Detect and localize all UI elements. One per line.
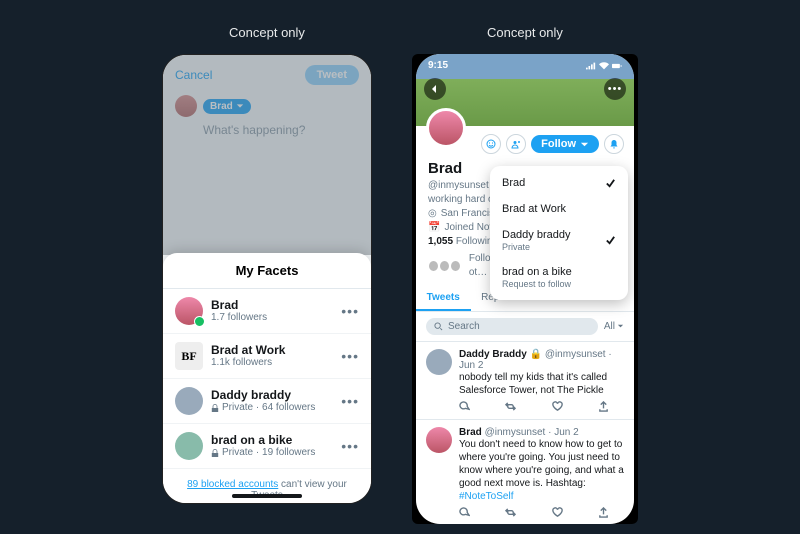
tweet[interactable]: Brad @inmysunset · Jun 2 You don't need … — [416, 420, 634, 524]
retweet-icon[interactable] — [505, 401, 516, 412]
facet-badge-label: Brad — [210, 101, 233, 112]
tab-tweets[interactable]: Tweets — [416, 286, 471, 311]
more-button[interactable]: ••• — [341, 438, 359, 454]
more-button[interactable]: ••• — [341, 348, 359, 364]
facet-row[interactable]: Daddy braddy Private · 64 followers ••• — [163, 379, 371, 424]
home-indicator — [232, 494, 302, 498]
search-placeholder: Search — [448, 321, 480, 332]
sheet-footer: 89 blocked accounts can't view your Twee… — [163, 469, 371, 504]
facet-name: Brad — [211, 298, 333, 312]
facet-sheet: My Facets Brad 1.7 followers ••• BF Brad… — [163, 253, 371, 503]
follow-label: Follow — [541, 138, 576, 150]
facet-name: brad on a bike — [211, 433, 333, 447]
sheet-title: My Facets — [163, 253, 371, 289]
chevron-down-icon — [580, 140, 589, 149]
retweet-icon[interactable] — [505, 507, 516, 518]
person-plus-icon — [511, 139, 521, 149]
bell-icon — [609, 139, 619, 149]
blocked-link[interactable]: 89 blocked accounts — [187, 479, 278, 490]
reply-icon[interactable] — [459, 507, 470, 518]
facet-row[interactable]: brad on a bike Private · 19 followers ••… — [163, 424, 371, 469]
dropdown-item[interactable]: Daddy braddyPrivate — [490, 222, 628, 259]
facet-sub: Private · 19 followers — [211, 447, 333, 459]
more-button[interactable]: ••• — [341, 303, 359, 319]
like-icon[interactable] — [552, 507, 563, 518]
tweet[interactable]: Daddy Braddy 🔒 @inmysunset · Jun 2 nobod… — [416, 342, 634, 420]
notify-button[interactable] — [604, 134, 624, 154]
tweet-actions — [459, 401, 609, 412]
smiley-icon — [486, 139, 496, 149]
tweet-header: Brad @inmysunset · Jun 2 — [459, 427, 624, 438]
tweet-avatar[interactable] — [426, 349, 452, 375]
facet-sub: 1.1k followers — [211, 357, 333, 369]
cancel-button[interactable]: Cancel — [175, 68, 212, 82]
reply-icon[interactable] — [459, 401, 470, 412]
share-icon[interactable] — [598, 507, 609, 518]
follow-facet-dropdown: Brad Brad at Work Daddy braddyPrivate br… — [490, 166, 628, 300]
avatar-initials: BF — [175, 342, 203, 370]
dropdown-item[interactable]: brad on a bikeRequest to follow — [490, 259, 628, 296]
chevron-down-icon — [236, 102, 244, 110]
check-icon — [605, 235, 616, 246]
share-icon[interactable] — [598, 401, 609, 412]
phone-profile: 9:15 ••• Follow Brad @inmysunset working… — [416, 54, 634, 524]
tweet-actions — [459, 507, 609, 518]
add-contact-button[interactable] — [506, 134, 526, 154]
profile-avatar[interactable] — [426, 108, 466, 148]
more-menu-button[interactable]: ••• — [604, 78, 626, 100]
dropdown-item[interactable]: Brad — [490, 170, 628, 196]
filter-button[interactable]: All — [604, 321, 624, 332]
concept-label-right: Concept only — [487, 25, 563, 40]
follow-button[interactable]: Follow — [531, 135, 599, 153]
tweet-button[interactable]: Tweet — [305, 65, 359, 85]
battery-icon — [612, 62, 622, 70]
selected-check-icon — [194, 316, 205, 327]
check-icon — [605, 178, 616, 189]
tweet-avatar[interactable] — [426, 427, 452, 453]
back-button[interactable] — [424, 78, 446, 100]
phone-compose: Cancel Tweet Brad What's happening? My F… — [162, 54, 372, 504]
signal-icon — [586, 62, 596, 70]
compose-avatar — [175, 95, 197, 117]
lock-icon — [211, 404, 219, 412]
compose-placeholder[interactable]: What's happening? — [163, 121, 371, 137]
facet-name: Brad at Work — [211, 343, 333, 357]
like-icon[interactable] — [552, 401, 563, 412]
wifi-icon — [599, 62, 609, 70]
concept-label-left: Concept only — [229, 25, 305, 40]
emoji-button[interactable] — [481, 134, 501, 154]
facet-row[interactable]: Brad 1.7 followers ••• — [163, 289, 371, 334]
chevron-down-icon — [617, 323, 624, 330]
status-bar: 9:15 — [428, 60, 622, 71]
facet-sub: 1.7 followers — [211, 312, 333, 324]
facet-row[interactable]: BF Brad at Work 1.1k followers ••• — [163, 334, 371, 379]
status-time: 9:15 — [428, 60, 448, 71]
search-input[interactable]: Search — [426, 318, 598, 335]
facet-name: Daddy braddy — [211, 388, 333, 402]
tweet-body: nobody tell my kids that it's called Sal… — [459, 371, 624, 397]
dropdown-item[interactable]: Brad at Work — [490, 196, 628, 222]
facet-selector-badge[interactable]: Brad — [203, 99, 251, 114]
facet-sub: Private · 64 followers — [211, 402, 333, 414]
more-button[interactable]: ••• — [341, 393, 359, 409]
tweet-body: You don't need to know how to get to whe… — [459, 438, 624, 503]
tweet-header: Daddy Braddy 🔒 @inmysunset · Jun 2 — [459, 349, 624, 371]
lock-icon — [211, 449, 219, 457]
search-icon — [434, 322, 443, 331]
